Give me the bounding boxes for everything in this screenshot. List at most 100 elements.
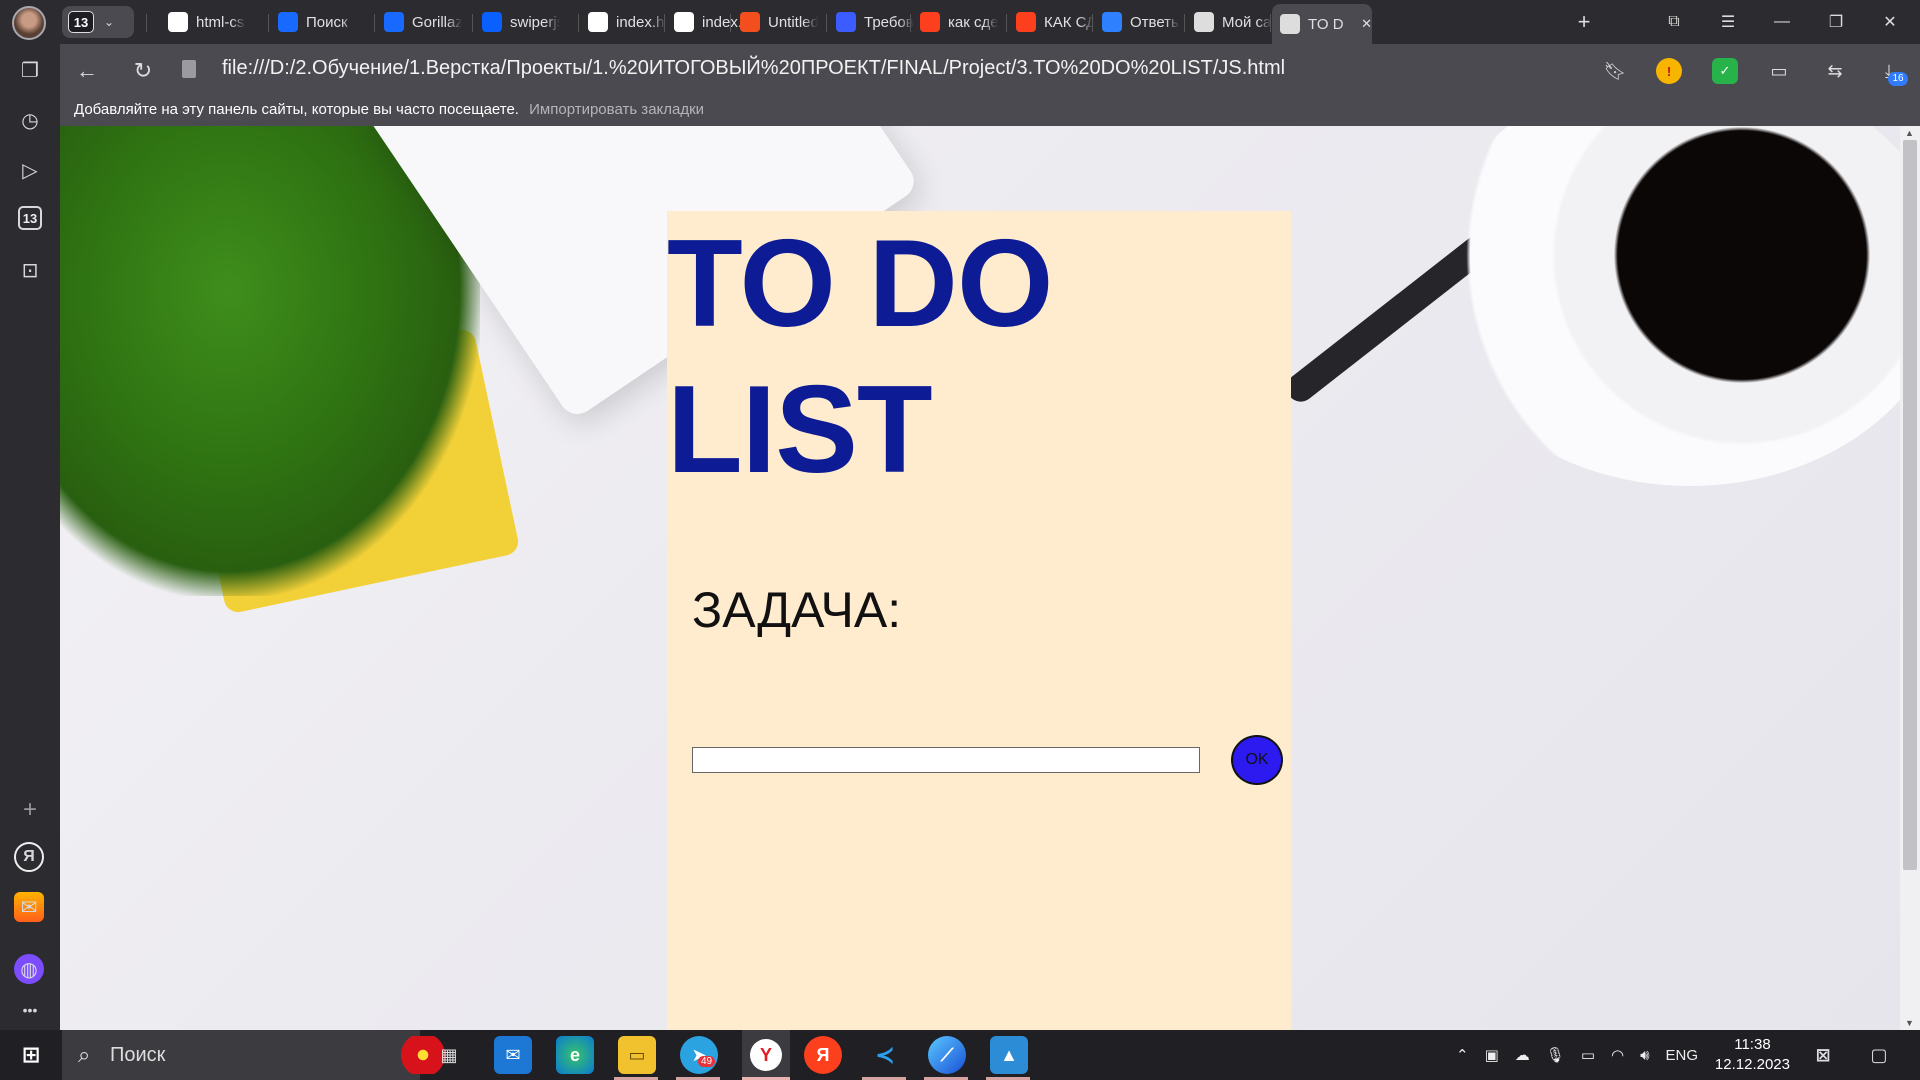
more-icon[interactable]: ••• bbox=[14, 994, 46, 1026]
volume-icon[interactable]: 🔊︎ bbox=[1640, 1047, 1649, 1064]
screenshot-icon[interactable]: ⊡ bbox=[14, 254, 46, 286]
tab-item[interactable]: Мой са bbox=[1186, 4, 1278, 40]
alice-icon[interactable]: ◍ bbox=[14, 954, 44, 984]
close-tab-icon[interactable]: ✕ bbox=[1361, 16, 1372, 32]
tab-label: Поиск bbox=[306, 13, 348, 31]
bookmarks-bar: Добавляйте на эту панель сайты, которые … bbox=[60, 98, 1920, 126]
collections-icon[interactable]: ❐ bbox=[14, 54, 46, 86]
tab-divider bbox=[826, 14, 827, 32]
import-bookmarks-link[interactable]: Импортировать закладки bbox=[529, 101, 704, 118]
widgets-icon[interactable]: ⊠ bbox=[1804, 1036, 1842, 1074]
scroll-down-icon[interactable]: ▼ bbox=[1905, 1018, 1914, 1028]
tab-item[interactable]: Поиск bbox=[270, 4, 362, 40]
mail-icon[interactable]: ✉ bbox=[14, 892, 44, 922]
bookmarks-hint: Добавляйте на эту панель сайты, которые … bbox=[74, 101, 519, 118]
tab-item[interactable]: как сде bbox=[912, 4, 1004, 40]
task-input[interactable] bbox=[692, 747, 1200, 773]
yandex-app-icon[interactable]: Я bbox=[804, 1036, 842, 1074]
tab-label: как сде bbox=[948, 13, 998, 31]
tab-divider bbox=[374, 14, 375, 32]
wifi-icon[interactable]: ◠ bbox=[1611, 1046, 1624, 1064]
clock[interactable]: 11:38 12.12.2023 bbox=[1715, 1035, 1790, 1075]
tab-item[interactable]: Untitled bbox=[732, 4, 824, 40]
bookmark-icon[interactable]: 🔖︎ bbox=[1600, 56, 1630, 86]
reload-button[interactable]: ↻ bbox=[128, 56, 158, 86]
search-icon: ⌕ bbox=[78, 1042, 91, 1067]
codepen-icon bbox=[674, 12, 694, 32]
task-label: ЗАДАЧА: bbox=[692, 582, 902, 638]
microphone-icon[interactable]: 🎙︎ bbox=[1546, 1046, 1565, 1064]
protect-shield-icon[interactable]: ✓ bbox=[1712, 58, 1738, 84]
tab-item[interactable]: swiperjs bbox=[474, 4, 566, 40]
scrollbar[interactable]: ▲ ▼ bbox=[1900, 126, 1920, 1030]
video-icon[interactable]: ▷ bbox=[14, 154, 46, 186]
yandex-browser-active[interactable]: Y bbox=[742, 1030, 790, 1080]
minimize-button[interactable]: — bbox=[1762, 8, 1802, 36]
battery-icon[interactable]: ▭ bbox=[1581, 1046, 1595, 1064]
tab-item[interactable]: Gorillaz bbox=[376, 4, 468, 40]
add-icon[interactable]: + bbox=[14, 794, 46, 826]
page-icon bbox=[1280, 14, 1300, 34]
tab-count-button[interactable]: 13 ⌄ bbox=[62, 6, 134, 38]
github-icon bbox=[168, 12, 188, 32]
ok-button[interactable]: OK bbox=[1231, 735, 1283, 785]
windows-start-icon[interactable]: ⊞ bbox=[12, 1036, 50, 1074]
task-view-icon[interactable]: ▦ bbox=[430, 1036, 468, 1074]
tabs-counter-icon[interactable]: 13 bbox=[18, 206, 42, 230]
language-indicator[interactable]: ENG bbox=[1666, 1047, 1699, 1064]
new-tab-button[interactable]: + bbox=[1564, 8, 1604, 36]
tab-manager-icon[interactable]: ⧉ bbox=[1654, 8, 1694, 36]
tab-label: Требов bbox=[864, 13, 914, 31]
tab-item[interactable]: Ответы bbox=[1094, 4, 1186, 40]
edge-icon[interactable]: e bbox=[556, 1036, 594, 1074]
file-explorer-icon[interactable]: ▭ bbox=[618, 1036, 656, 1074]
yandex-icon[interactable]: Я bbox=[14, 842, 44, 872]
plant-decoration bbox=[60, 126, 480, 596]
extension-icon[interactable]: ! bbox=[1656, 58, 1682, 84]
page-title: TO DO LIST bbox=[667, 215, 1053, 499]
scroll-thumb[interactable] bbox=[1903, 140, 1917, 870]
history-icon[interactable]: ◷ bbox=[14, 104, 46, 136]
tab-divider bbox=[1006, 14, 1007, 32]
page-viewport: TO DO LIST ЗАДАЧА: OK ▲ ▼ bbox=[60, 126, 1920, 1030]
notifications-icon[interactable]: ▢ bbox=[1860, 1036, 1898, 1074]
mail-app-icon[interactable]: ✉ bbox=[494, 1036, 532, 1074]
screen: ❐ ◷ ▷ 13 ⊡ + Я ✉ ◍ ••• 13 ⌄ html-cs Поиск… bbox=[0, 0, 1920, 1080]
tab-item[interactable]: TO D ✕ bbox=[1272, 4, 1372, 44]
taskbar-search[interactable]: ⌕ Поиск bbox=[62, 1030, 454, 1080]
back-button[interactable]: ← bbox=[72, 56, 102, 86]
battery-icon[interactable]: ▭ bbox=[1764, 56, 1794, 86]
translate-icon[interactable]: ⇆ bbox=[1820, 56, 1850, 86]
tab-item[interactable]: Требов bbox=[828, 4, 920, 40]
tab-label: swiperjs bbox=[510, 13, 560, 31]
chevron-down-icon: ⌄ bbox=[104, 15, 115, 29]
tab-item[interactable]: html-cs bbox=[160, 4, 252, 40]
close-window-button[interactable]: ✕ bbox=[1870, 8, 1910, 36]
answers-icon bbox=[1102, 12, 1122, 32]
tab-label: index.ht bbox=[616, 13, 666, 31]
tab-divider bbox=[1270, 14, 1271, 32]
meet-icon[interactable]: ▣ bbox=[1485, 1046, 1499, 1064]
tab-label: Untitled bbox=[768, 13, 818, 31]
restore-button[interactable]: ❐ bbox=[1816, 8, 1856, 36]
document-icon bbox=[1194, 12, 1214, 32]
tab-label: КАК СД bbox=[1044, 13, 1094, 31]
tab-count-badge: 13 bbox=[68, 11, 94, 33]
profile-avatar[interactable] bbox=[12, 6, 46, 40]
yandex-icon bbox=[920, 12, 940, 32]
chevron-up-icon[interactable]: ⌃ bbox=[1456, 1046, 1469, 1064]
vscode-icon[interactable]: ≺ bbox=[866, 1036, 904, 1074]
tab-divider bbox=[578, 14, 579, 32]
tab-item[interactable]: КАК СД bbox=[1008, 4, 1100, 40]
coffee-cup-decoration bbox=[1430, 126, 1920, 486]
scroll-up-icon[interactable]: ▲ bbox=[1905, 128, 1914, 138]
photos-icon[interactable]: ▲ bbox=[990, 1036, 1028, 1074]
telegram-icon[interactable]: ➤ bbox=[680, 1036, 718, 1074]
menu-icon[interactable]: ☰ bbox=[1708, 8, 1748, 36]
tab-divider bbox=[268, 14, 269, 32]
app-icon[interactable]: ⟋ bbox=[928, 1036, 966, 1074]
onedrive-icon[interactable]: ☁ bbox=[1515, 1046, 1530, 1064]
url-field[interactable]: file:///D:/2.Обучение/1.Верстка/Проекты/… bbox=[222, 57, 1285, 80]
tab-item[interactable]: index.ht bbox=[580, 4, 672, 40]
tab-label: Ответы bbox=[1130, 13, 1180, 31]
